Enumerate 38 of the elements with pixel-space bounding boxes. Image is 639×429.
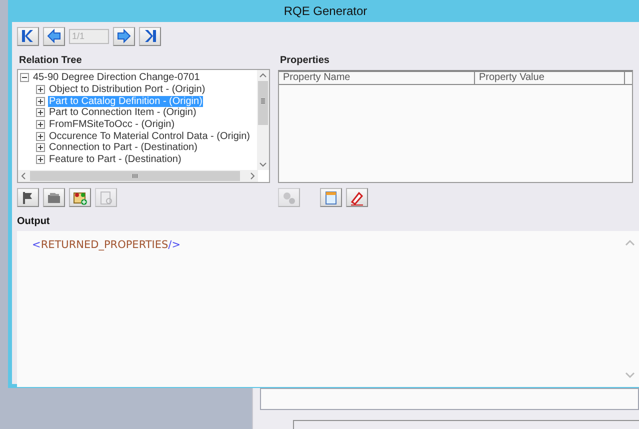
tree-item[interactable]: Occurence To Material Control Data - (Origin) [48, 130, 251, 142]
tree-item[interactable]: Object to Distribution Port - (Origin) [48, 84, 206, 96]
properties-label: Properties [280, 55, 330, 66]
expand-icon[interactable] [36, 108, 45, 118]
column-header[interactable]: Property Value [475, 72, 625, 84]
eraser-icon [349, 190, 365, 206]
collapse-icon[interactable] [20, 73, 29, 82]
right-arrow-icon [116, 28, 132, 44]
document-button[interactable] [320, 188, 342, 207]
column-header[interactable]: Property Name [279, 72, 475, 84]
expand-icon[interactable] [36, 85, 45, 94]
output-text: <RETURNED_PROPERTIES/> [32, 239, 181, 251]
expand-icon[interactable] [36, 155, 45, 164]
document-search-icon [98, 190, 114, 206]
tree-item[interactable]: Connection to Part - (Destination) [48, 142, 198, 154]
first-page-button[interactable] [17, 26, 39, 46]
flag-button[interactable] [17, 188, 39, 207]
eraser-button[interactable] [346, 188, 368, 207]
tree-item[interactable]: Part to Connection Item - (Origin) [48, 107, 198, 118]
left-arrow-icon [46, 28, 62, 44]
output-label: Output [17, 216, 51, 227]
document-icon [323, 190, 339, 206]
expand-icon[interactable] [36, 132, 45, 141]
expand-icon[interactable] [36, 96, 45, 106]
add-node-icon [72, 190, 88, 206]
add-node-button[interactable] [69, 188, 91, 207]
tree-item[interactable]: FromFMSiteToOcc - (Origin) [48, 119, 176, 130]
next-page-button[interactable] [113, 26, 135, 46]
first-page-icon [20, 28, 36, 44]
folders-button[interactable] [43, 188, 65, 207]
tree-item[interactable]: Feature to Part - (Destination) [48, 154, 182, 166]
expand-icon[interactable] [36, 143, 45, 152]
previous-page-button[interactable] [43, 26, 65, 46]
tree-item[interactable]: 45-90 Degree Direction Change-0701 [32, 72, 201, 84]
last-page-button[interactable] [139, 26, 161, 46]
relation-tree-label: Relation Tree [19, 55, 83, 66]
window-title: RQE Generator [284, 4, 368, 18]
expand-icon[interactable] [36, 120, 45, 130]
